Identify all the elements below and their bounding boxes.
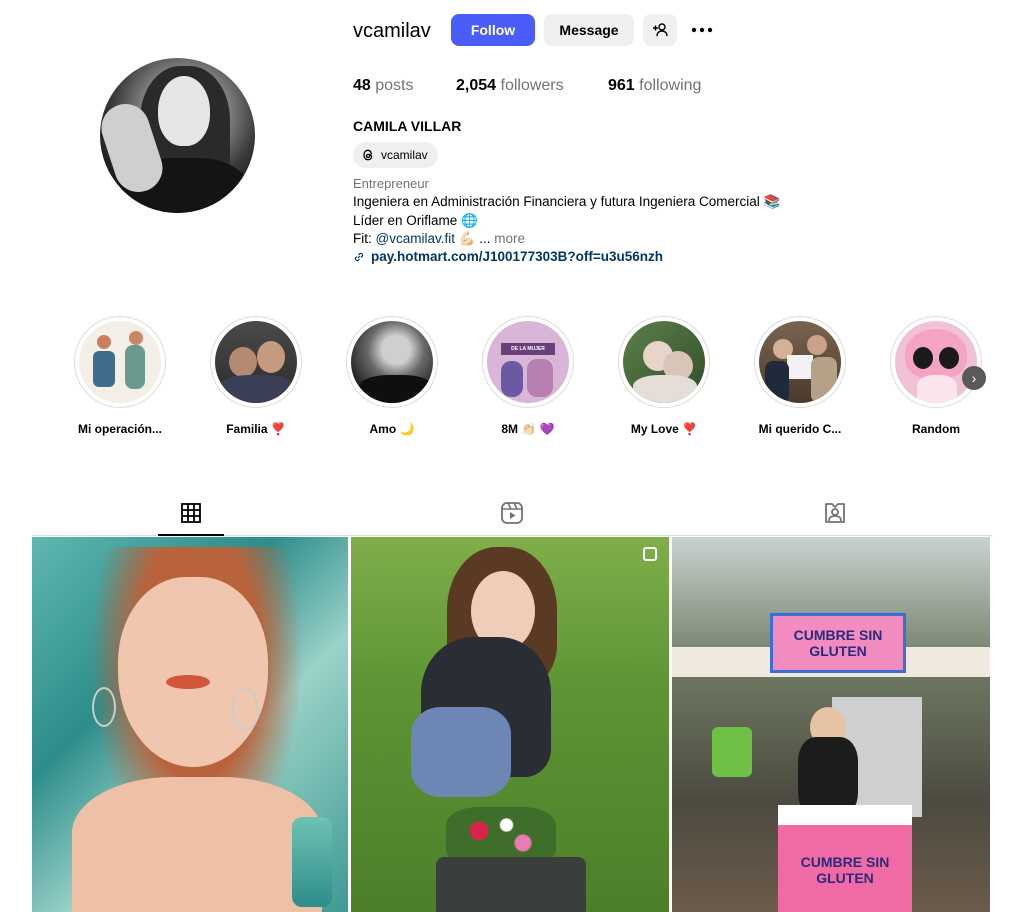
highlight-cover: DE LA MUJER (487, 321, 569, 403)
message-button[interactable]: Message (544, 14, 634, 46)
highlight-ring (346, 316, 438, 408)
highlight-label: 8M 👏🏻 💜 (501, 422, 555, 436)
followers-label: followers (500, 77, 564, 94)
profile-category: Entrepreneur (353, 176, 429, 191)
chevron-right-icon: › (971, 370, 977, 386)
bio-mention-link[interactable]: @vcamilav.fit (376, 231, 455, 246)
highlight-ring (618, 316, 710, 408)
tagged-icon (825, 503, 845, 523)
highlight-label: Amo 🌙 (369, 422, 415, 436)
reels-icon (501, 502, 523, 524)
follow-button[interactable]: Follow (451, 14, 535, 46)
more-icon (691, 27, 713, 33)
threads-handle: vcamilav (381, 148, 428, 162)
highlight-ring (210, 316, 302, 408)
link-icon (354, 252, 364, 261)
highlight-item[interactable]: Amo 🌙 (345, 316, 439, 436)
highlight-cover (215, 321, 297, 403)
post-tile[interactable] (351, 537, 669, 912)
highlight-ring (754, 316, 846, 408)
following-count: 961 (608, 77, 635, 94)
highlight-item[interactable]: Mi operación... (73, 316, 167, 436)
threads-badge[interactable]: vcamilav (353, 142, 438, 168)
highlight-label: Random (912, 422, 960, 436)
profile-avatar[interactable] (100, 58, 255, 213)
bio-line-2: Líder en Oriflame 🌐 (353, 213, 478, 228)
highlight-cover (895, 321, 977, 403)
highlight-ring (74, 316, 166, 408)
highlight-item[interactable]: Familia ❣️ (209, 316, 303, 436)
highlight-cover (623, 321, 705, 403)
highlight-item[interactable]: DE LA MUJER 8M 👏🏻 💜 (481, 316, 575, 436)
posts-stat: 48 posts (353, 77, 414, 95)
bio-line-1: Ingeniera en Administración Financiera y… (353, 194, 781, 209)
bio-more-button[interactable]: more (491, 231, 525, 246)
bio-prefix: Fit: (353, 231, 376, 246)
highlight-label: Familia ❣️ (226, 422, 286, 436)
profile-username: vcamilav (353, 20, 431, 42)
highlight-cover (759, 321, 841, 403)
avatar-face (158, 76, 210, 146)
cumbre-sign-top: CUMBRE SIN GLUTEN (770, 613, 906, 673)
highlight-item[interactable]: My Love ❣️ (617, 316, 711, 436)
followers-stat[interactable]: 2,054 followers (456, 77, 564, 95)
post-tile[interactable] (32, 537, 348, 912)
cumbre-sign-bottom: CUMBRE SIN GLUTEN (778, 805, 912, 912)
grid-icon (181, 503, 201, 523)
add-user-icon (653, 23, 668, 37)
highlight-ring (890, 316, 982, 408)
following-label: following (639, 77, 702, 94)
highlight-item[interactable]: Mi querido C... (753, 316, 847, 436)
followers-count: 2,054 (456, 77, 497, 94)
highlight-label: Mi querido C... (758, 422, 842, 436)
highlight-sign: DE LA MUJER (501, 343, 555, 355)
highlight-label: My Love ❣️ (630, 422, 698, 436)
profile-external-link[interactable]: pay.hotmart.com/J100177303B?off=u3u56nzh (353, 249, 663, 264)
threads-icon (363, 149, 373, 161)
highlight-cover (79, 321, 161, 403)
carousel-icon (643, 547, 657, 561)
highlights-next-button[interactable]: › (962, 366, 986, 390)
bio-suffix: 💪🏻 ... (454, 231, 491, 246)
following-stat[interactable]: 961 following (608, 77, 701, 95)
bio-line-3: Fit: @vcamilav.fit 💪🏻 ... more (353, 231, 525, 247)
profile-link-text: pay.hotmart.com/J100177303B?off=u3u56nzh (371, 249, 663, 264)
posts-count: 48 (353, 77, 371, 94)
highlight-cover (351, 321, 433, 403)
profile-full-name: CAMILA VILLAR (353, 118, 462, 134)
tab-posts[interactable] (178, 500, 204, 526)
highlight-ring: DE LA MUJER (482, 316, 574, 408)
suggest-user-button[interactable] (643, 14, 677, 46)
tab-reels[interactable] (499, 500, 525, 526)
posts-label: posts (375, 77, 414, 94)
more-options-button[interactable] (686, 14, 718, 46)
highlight-label: Mi operación... (77, 422, 162, 436)
active-tab-indicator (158, 534, 224, 536)
post-tile[interactable]: CUMBRE SIN GLUTEN CUMBRE SIN GLUTEN (672, 537, 990, 912)
tab-tagged[interactable] (822, 500, 848, 526)
